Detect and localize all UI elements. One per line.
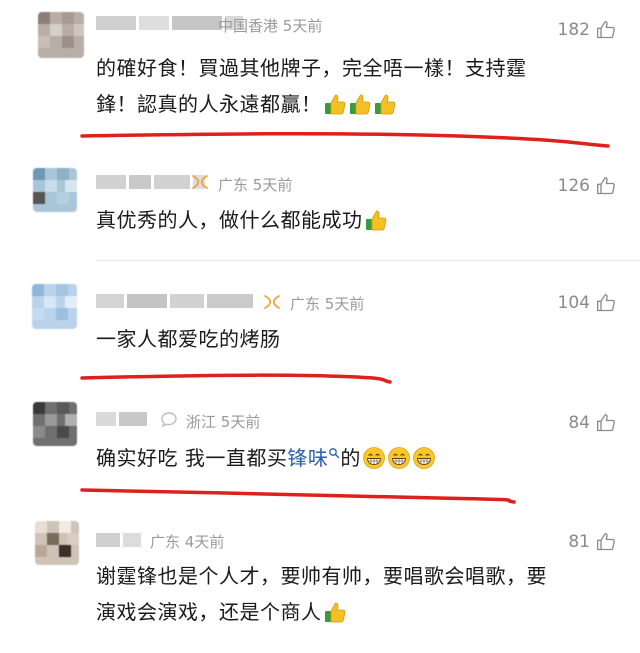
comment-text-line-1: 的確好食！買過其他牌子，完全唔一樣！支持霆: [96, 56, 527, 80]
thumbs-up-outline-icon: [597, 414, 615, 432]
keyword-link[interactable]: 锋味: [287, 446, 328, 470]
time-label: 5天前: [220, 413, 261, 431]
grin-emoji-icon: [412, 447, 435, 469]
like-button[interactable]: 84: [568, 413, 616, 433]
location-label: 广东: [290, 295, 321, 313]
location-label: 中国香港: [218, 17, 279, 35]
location-label: 广东: [218, 176, 249, 194]
thumbs-up-outline-icon: [597, 21, 615, 39]
avatar[interactable]: [32, 284, 77, 329]
red-underline-annotation: [80, 373, 392, 384]
like-count: 84: [568, 413, 590, 433]
comment-text-line-1: 一家人都爱吃的烤肠: [96, 327, 281, 351]
like-button[interactable]: 81: [568, 532, 616, 552]
thumbs-up-outline-icon: [597, 294, 615, 312]
like-button[interactable]: 182: [558, 20, 616, 40]
comment-text-line-1: 真优秀的人，做什么都能成功: [96, 202, 596, 238]
grin-emoji-icon: [362, 447, 385, 469]
comment-text-line-1: 确实好吃 我一直都买锋味的: [96, 440, 596, 476]
location-time: 广东 4天前: [150, 531, 224, 552]
location-time: 浙江 5天前: [186, 411, 260, 432]
nickname-blurred[interactable]: [96, 292, 253, 310]
comment-text-line-2: 鋒！認真的人永遠都贏！: [96, 86, 596, 122]
comment-text: 的確好食！買過其他牌子，完全唔一樣！支持霆 鋒！認真的人永遠都贏！: [96, 50, 596, 122]
badge-icon: [192, 175, 208, 189]
thumbs-up-emoji-icon: [365, 210, 386, 231]
nickname-blurred[interactable]: [96, 410, 147, 428]
location-label: 广东: [150, 533, 181, 551]
nickname-blurred[interactable]: [96, 531, 141, 549]
time-label: 5天前: [282, 17, 323, 35]
location-time: 广东 5天前: [218, 174, 292, 195]
comment-text-line-2: 演戏会演戏，还是个商人: [96, 594, 596, 630]
like-count: 81: [568, 532, 590, 552]
comment-text: 谢霆锋也是个人才，要帅有帅，要唱歌会唱歌，要 演戏会演戏，还是个商人: [96, 558, 596, 630]
divider: [96, 260, 640, 261]
comment-text: 一家人都爱吃的烤肠: [96, 321, 596, 357]
location-time: 广东 5天前: [290, 293, 364, 314]
like-button[interactable]: 104: [558, 293, 616, 313]
thumbs-up-emoji-icon: [374, 94, 395, 115]
nickname-blurred[interactable]: [96, 173, 205, 191]
comment-text: 真优秀的人，做什么都能成功: [96, 202, 596, 238]
location-time: 中国香港 5天前: [218, 15, 322, 36]
red-underline-annotation: [80, 488, 516, 504]
like-count: 104: [557, 293, 590, 313]
thumbs-up-outline-icon: [597, 533, 615, 551]
like-button[interactable]: 126: [558, 176, 616, 196]
location-label: 浙江: [186, 413, 217, 431]
avatar[interactable]: [35, 521, 79, 565]
comment-text: 确实好吃 我一直都买锋味的: [96, 440, 596, 476]
thumbs-up-outline-icon: [597, 177, 615, 195]
avatar[interactable]: [33, 402, 77, 446]
grin-emoji-icon: [387, 447, 410, 469]
like-count: 182: [557, 20, 590, 40]
time-label: 4天前: [184, 533, 225, 551]
red-underline-annotation: [80, 131, 610, 148]
comment-text-line-1: 谢霆锋也是个人才，要帅有帅，要唱歌会唱歌，要: [96, 564, 547, 588]
thumbs-up-emoji-icon: [324, 94, 345, 115]
time-label: 5天前: [252, 176, 293, 194]
speech-bubble-icon: [161, 412, 177, 428]
time-label: 5天前: [324, 295, 365, 313]
like-count: 126: [557, 176, 590, 196]
avatar[interactable]: [38, 12, 84, 58]
thumbs-up-emoji-icon: [349, 94, 370, 115]
thumbs-up-emoji-icon: [324, 602, 345, 623]
badge-icon: [264, 295, 280, 309]
avatar[interactable]: [33, 168, 77, 212]
search-icon[interactable]: [328, 447, 340, 459]
